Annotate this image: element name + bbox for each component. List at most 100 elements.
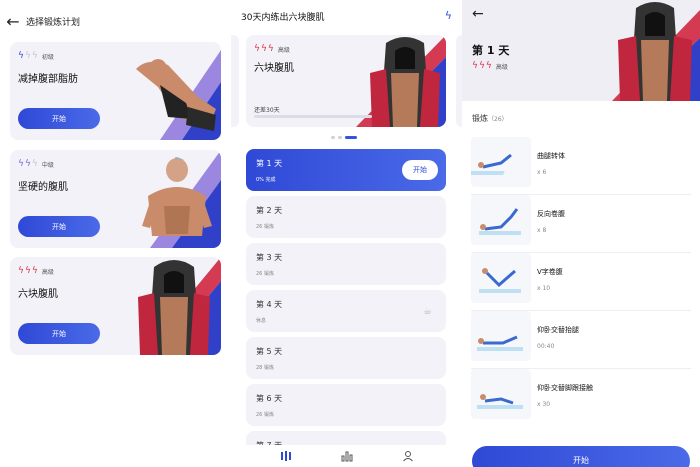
exercise-illustration bbox=[471, 137, 531, 187]
start-workout-button[interactable]: 开始 bbox=[472, 446, 690, 467]
start-button[interactable]: 开始 bbox=[18, 216, 100, 237]
athlete-image bbox=[618, 2, 692, 101]
day-label: 第 5 天 bbox=[256, 347, 283, 356]
level-label: 初级 bbox=[41, 54, 54, 61]
day-label: 第 2 天 bbox=[256, 206, 283, 215]
carousel-dot-active[interactable] bbox=[345, 136, 357, 139]
exercise-name: 仰卧交替抬腿 bbox=[537, 326, 579, 334]
day-row-5[interactable]: 第 5 天 28 锻炼 bbox=[246, 337, 446, 379]
day-status: 28 锻炼 bbox=[256, 365, 274, 371]
lightning-icon: ϟ bbox=[485, 61, 492, 71]
start-day-button[interactable]: 开始 bbox=[402, 160, 438, 180]
plans-icon[interactable] bbox=[280, 450, 292, 462]
top-bar: ← 选择锻炼计划 bbox=[0, 8, 80, 34]
lightning-icon: ϟ bbox=[31, 266, 38, 276]
exercise-illustration bbox=[471, 253, 531, 303]
exercise-illustration bbox=[471, 369, 531, 419]
exercise-illustration bbox=[471, 195, 531, 245]
athlete-image bbox=[136, 59, 216, 131]
exercise-reps: 00:40 bbox=[537, 343, 555, 350]
day-row-3[interactable]: 第 3 天 26 锻炼 bbox=[246, 243, 446, 285]
level-label: 高级 bbox=[495, 64, 508, 71]
lightning-icon: ϟ bbox=[31, 51, 38, 61]
plan-hero-card[interactable]: ϟ ϟ ϟ 高级 六块腹肌 还差30天 bbox=[246, 35, 446, 127]
page-title: 30天内练出六块腹肌 bbox=[241, 13, 325, 23]
lightning-icon: ϟ bbox=[18, 51, 24, 61]
bottom-tab-bar bbox=[231, 445, 462, 467]
lightning-icon: ϟ bbox=[254, 44, 260, 54]
day-hero: ← 第 1 天 ϟ ϟ ϟ 高级 bbox=[462, 0, 700, 101]
lightning-icon: ϟ bbox=[267, 44, 274, 54]
exercise-row[interactable]: 仰卧交替脚跟接触 x 30 bbox=[471, 369, 691, 427]
exercise-row[interactable]: 反向卷腹 x 8 bbox=[471, 195, 691, 253]
exercise-name: V字卷腹 bbox=[537, 268, 563, 276]
level-indicator: ϟ ϟ ϟ 初级 bbox=[18, 51, 54, 62]
plan-card-beginner[interactable]: ϟ ϟ ϟ 初级 减掉腹部脂肪 开始 bbox=[10, 42, 221, 140]
day-label: 第 1 天 bbox=[256, 159, 283, 168]
day-title: 第 1 天 bbox=[472, 44, 510, 57]
carousel-dots bbox=[331, 136, 357, 139]
days-remaining: 还差30天 bbox=[254, 107, 280, 114]
progress-bar bbox=[254, 115, 372, 118]
day-status: 0% 完成 bbox=[256, 177, 276, 183]
day-row-4[interactable]: 第 4 天 休息 ☕ bbox=[246, 290, 446, 332]
lightning-icon: ϟ bbox=[472, 61, 478, 71]
lightning-icon: ϟ bbox=[18, 159, 24, 169]
lightning-icon: ϟ bbox=[24, 51, 31, 61]
lightning-icon: ϟ bbox=[478, 61, 485, 71]
plan-name: 减掉腹部脂肪 bbox=[18, 74, 78, 85]
day-label: 第 4 天 bbox=[256, 300, 283, 309]
stats-icon[interactable] bbox=[341, 450, 353, 462]
level-label: 中级 bbox=[41, 162, 54, 169]
exercise-reps: x 8 bbox=[537, 227, 547, 234]
start-button[interactable]: 开始 bbox=[18, 108, 100, 129]
carousel-peek-left bbox=[231, 35, 239, 127]
level-indicator: ϟ ϟ ϟ 高级 bbox=[254, 44, 290, 55]
start-button[interactable]: 开始 bbox=[18, 323, 100, 344]
day-status: 26 锻炼 bbox=[256, 412, 274, 418]
athlete-image bbox=[370, 37, 440, 127]
day-detail-screen: ← 第 1 天 ϟ ϟ ϟ 高级 锻炼（26） 曲腿转体 x 6 反向卷腹 x … bbox=[462, 0, 700, 467]
exercise-row[interactable]: 曲腿转体 x 6 bbox=[471, 137, 691, 195]
day-row-2[interactable]: 第 2 天 26 锻炼 bbox=[246, 196, 446, 238]
plan-detail-screen: 30天内练出六块腹肌 ϟ ϟ ϟ ϟ 高级 六块腹肌 还差30天 第 1 天 0… bbox=[231, 0, 462, 467]
day-row-6[interactable]: 第 6 天 26 锻炼 bbox=[246, 384, 446, 426]
arrow-left-icon[interactable]: ← bbox=[0, 12, 26, 31]
exercise-reps: x 30 bbox=[537, 401, 551, 408]
plan-name: 六块腹肌 bbox=[18, 289, 58, 300]
section-header: 锻炼（26） bbox=[472, 113, 508, 124]
exercise-row[interactable]: V字卷腹 x 10 bbox=[471, 253, 691, 311]
exercise-reps: x 10 bbox=[537, 285, 551, 292]
plan-card-intermediate[interactable]: ϟ ϟ ϟ 中级 坚硬的腹肌 开始 bbox=[10, 150, 221, 248]
lightning-icon: ϟ bbox=[18, 266, 24, 276]
level-indicator: ϟ ϟ ϟ 高级 bbox=[18, 266, 54, 277]
plan-name: 坚硬的腹肌 bbox=[18, 182, 68, 193]
plan-name: 六块腹肌 bbox=[254, 63, 294, 74]
exercise-illustration bbox=[471, 311, 531, 361]
day-row-1[interactable]: 第 1 天 0% 完成 开始 bbox=[246, 149, 446, 191]
section-title: 锻炼 bbox=[472, 114, 488, 123]
athlete-image bbox=[142, 157, 212, 236]
page-title: 选择锻炼计划 bbox=[26, 17, 81, 28]
exercise-row[interactable]: 仰卧交替抬腿 00:40 bbox=[471, 311, 691, 369]
profile-icon[interactable] bbox=[402, 450, 414, 462]
level-indicator: ϟ ϟ ϟ 高级 bbox=[472, 61, 508, 72]
exercise-name: 曲腿转体 bbox=[537, 152, 565, 160]
exercise-name: 仰卧交替脚跟接触 bbox=[537, 384, 593, 392]
day-label: 第 3 天 bbox=[256, 253, 283, 262]
day-status: 休息 bbox=[256, 318, 267, 324]
lightning-icon: ϟ bbox=[31, 159, 38, 169]
arrow-left-icon[interactable]: ← bbox=[472, 6, 484, 22]
carousel-dot[interactable] bbox=[331, 136, 335, 139]
carousel-dot[interactable] bbox=[338, 136, 342, 139]
coffee-cup-icon: ☕ bbox=[423, 306, 432, 317]
lightning-icon[interactable]: ϟ bbox=[445, 9, 452, 22]
exercise-name: 反向卷腹 bbox=[537, 210, 565, 218]
lightning-icon: ϟ bbox=[24, 266, 31, 276]
plan-card-advanced[interactable]: ϟ ϟ ϟ 高级 六块腹肌 开始 bbox=[10, 257, 221, 355]
exercise-reps: x 6 bbox=[537, 169, 547, 176]
exercise-count: （26） bbox=[488, 116, 508, 123]
day-label: 第 6 天 bbox=[256, 394, 283, 403]
athlete-image bbox=[138, 260, 210, 355]
lightning-icon: ϟ bbox=[260, 44, 267, 54]
